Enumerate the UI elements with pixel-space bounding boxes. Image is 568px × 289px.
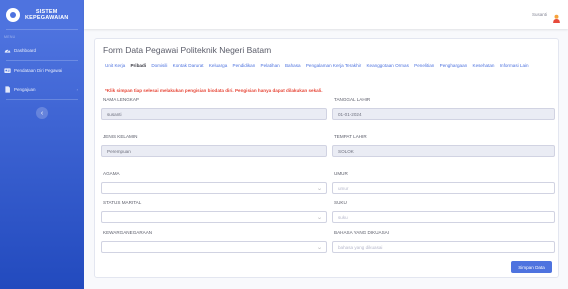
form-tabs: Unit Kerja Pribadi Domisili Kontak Darur… xyxy=(105,61,555,71)
tab-informasi-lain[interactable]: Informasi Lain xyxy=(500,61,529,71)
nama-label: NAMA LENGKAP xyxy=(103,97,139,102)
tab-pribadi[interactable]: Pribadi xyxy=(130,61,146,71)
jenis-kelamin-field[interactable]: Perempuan xyxy=(101,145,327,157)
tempat-lahir-value: SOLOK xyxy=(338,148,354,154)
nama-field[interactable]: susanti xyxy=(101,108,327,120)
tanggal-lahir-value: 01-01-2024 xyxy=(338,111,362,117)
tempat-lahir-field[interactable]: SOLOK xyxy=(332,145,555,157)
sidebar: SISTEM KEPEGAWAIAN MENU Dashboard Pendat… xyxy=(0,0,84,289)
chevron-down-icon: ⌵ xyxy=(317,245,321,250)
sidebar-item-label: Pendataan Diri Pegawai xyxy=(14,68,63,73)
jenis-kelamin-value: Perempuan xyxy=(107,148,131,154)
umur-input[interactable]: umur xyxy=(332,182,555,194)
file-icon xyxy=(4,86,11,93)
tanggal-lahir-label: TANGGAL LAHIR xyxy=(334,97,371,102)
umur-label: UMUR xyxy=(334,171,348,176)
chevron-left-icon: ‹ xyxy=(40,109,44,117)
nama-value: susanti xyxy=(107,111,122,117)
form-notice: *Klik simpan tiap selesai melakukan peng… xyxy=(105,88,323,93)
suku-input[interactable]: suku xyxy=(332,211,555,223)
brand-text: SISTEM KEPEGAWAIAN xyxy=(25,9,68,21)
tab-keanggotaan-ormas[interactable]: Keanggotaan Ormas xyxy=(366,61,408,71)
tab-domisili[interactable]: Domisili xyxy=(151,61,167,71)
chevron-right-icon: › xyxy=(76,87,78,92)
sidebar-item-label: Pengajuan xyxy=(14,87,36,92)
sidebar-item-label: Dashboard xyxy=(14,48,37,53)
sidebar-heading: MENU xyxy=(4,35,16,39)
topbar-user-name[interactable]: Susanti xyxy=(532,12,547,17)
tachometer-icon xyxy=(4,47,11,54)
bahasa-placeholder: bahasa yang dikuasai xyxy=(338,244,383,250)
status-marital-select[interactable]: ⌵ xyxy=(101,211,327,223)
jenis-kelamin-label: JENIS KELAMIN xyxy=(103,134,138,139)
tab-kesehatan[interactable]: Kesehatan xyxy=(473,61,495,71)
tab-pengalaman-kerja[interactable]: Pengalaman Kerja Terakhir xyxy=(306,61,361,71)
kewarganegaraan-select[interactable]: ⌵ xyxy=(101,241,327,253)
form-card: Form Data Pegawai Politeknik Negeri Bata… xyxy=(94,38,559,278)
sidebar-item-pendataan[interactable]: Pendataan Diri Pegawai xyxy=(0,61,84,80)
brand-line2: KEPEGAWAIAN xyxy=(25,14,69,21)
topbar: Susanti xyxy=(84,0,568,29)
sidebar-brand[interactable]: SISTEM KEPEGAWAIAN xyxy=(0,0,84,29)
tab-kontak-darurat[interactable]: Kontak Darurat xyxy=(173,61,204,71)
sidebar-toggle-button[interactable]: ‹ xyxy=(36,107,48,119)
kewarganegaraan-label: KEWARGANEGARAAN xyxy=(103,230,153,235)
tab-penghargaan[interactable]: Penghargaan xyxy=(440,61,468,71)
tempat-lahir-label: TEMPAT LAHIR xyxy=(334,134,367,139)
page-title: Form Data Pegawai Politeknik Negeri Bata… xyxy=(103,45,272,55)
suku-placeholder: suku xyxy=(338,214,348,220)
tab-keluarga[interactable]: Keluarga xyxy=(209,61,227,71)
tab-pelatihan[interactable]: Pelatihan xyxy=(261,61,280,71)
tab-pendidikan[interactable]: Pendidikan xyxy=(233,61,256,71)
sidebar-item-dashboard[interactable]: Dashboard xyxy=(0,41,84,60)
suku-label: SUKU xyxy=(334,200,347,205)
chevron-down-icon: ⌵ xyxy=(317,186,321,191)
chevron-down-icon: ⌵ xyxy=(317,215,321,220)
agama-label: AGAMA xyxy=(103,171,120,176)
status-marital-label: STATUS MARITAL xyxy=(103,200,142,205)
bahasa-label: BAHASA YANG DIKUASAI xyxy=(334,230,389,235)
user-avatar-icon[interactable] xyxy=(552,10,561,23)
brand-logo-icon xyxy=(6,7,20,22)
bahasa-input[interactable]: bahasa yang dikuasai xyxy=(332,241,555,253)
agama-select[interactable]: ⌵ xyxy=(101,182,327,194)
tab-penelitian[interactable]: Penelitian xyxy=(414,61,434,71)
tab-unit-kerja[interactable]: Unit Kerja xyxy=(105,61,125,71)
simpan-data-button[interactable]: Simpan Data xyxy=(511,261,552,273)
tanggal-lahir-field[interactable]: 01-01-2024 xyxy=(332,108,555,120)
sidebar-item-pengajuan[interactable]: Pengajuan › xyxy=(0,80,84,99)
tab-bahasa[interactable]: Bahasa xyxy=(285,61,301,71)
id-card-icon xyxy=(4,67,11,74)
umur-placeholder: umur xyxy=(338,185,349,191)
sidebar-divider xyxy=(6,99,78,100)
